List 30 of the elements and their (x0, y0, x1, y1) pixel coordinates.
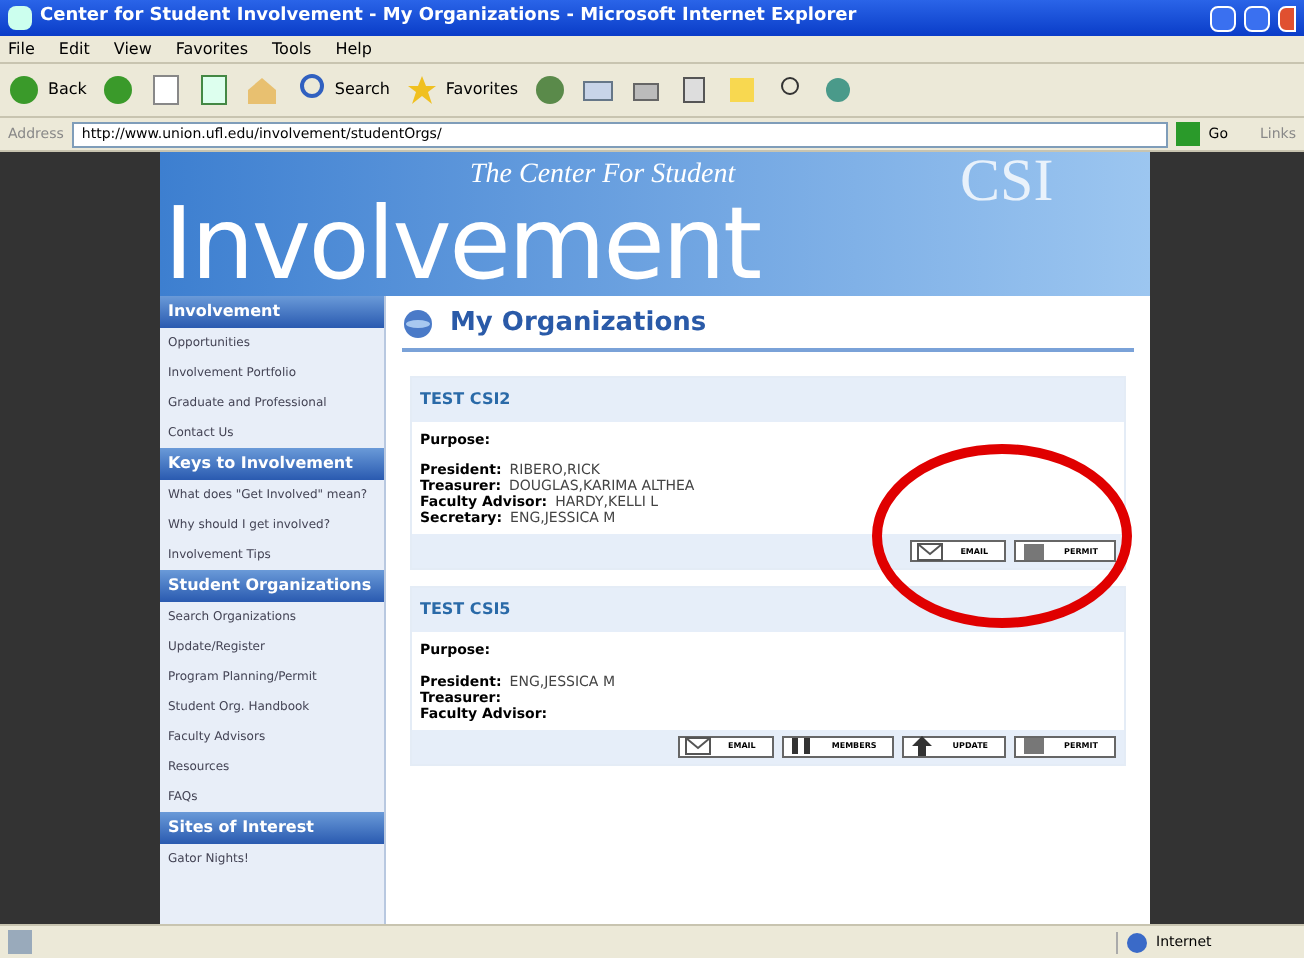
logo: CSI (960, 152, 1054, 212)
toolbar-label[interactable]: Search (334, 78, 390, 102)
maximize-button[interactable] (1244, 5, 1270, 31)
sidebar-heading: Student Organizations (160, 570, 384, 602)
sidebar-heading: Involvement (160, 296, 384, 328)
menu-item[interactable]: Help (335, 37, 372, 61)
close-button[interactable] (1278, 5, 1296, 31)
toolbar-label[interactable]: Favorites (445, 78, 519, 102)
email-icon (684, 734, 712, 758)
menu-item[interactable]: Favorites (175, 37, 249, 61)
permit-icon (1020, 734, 1049, 758)
organization-name: TEST CSI5 (412, 588, 1124, 632)
banner-subtitle: The Center For Student (470, 160, 736, 192)
banner-title: Involvement (164, 196, 760, 292)
organization-name: TEST CSI2 (412, 377, 1124, 421)
sidebar-heading: Sites of Interest (160, 812, 384, 844)
permit-icon (1020, 539, 1049, 563)
sidebar-heading: Keys to Involvement (160, 448, 384, 480)
email-icon (916, 539, 945, 563)
window-title: Center for Student Involvement - My Organizations - Microsoft Internet Explorer (40, 4, 859, 31)
minimize-button[interactable] (1210, 5, 1236, 31)
globe-icon (402, 307, 434, 340)
page-title: My Organizations (450, 306, 707, 342)
toolbar-label[interactable]: Back (48, 78, 87, 102)
menu-item[interactable]: File (8, 37, 35, 61)
update-icon (908, 734, 937, 758)
menu-item[interactable]: Tools (272, 37, 312, 61)
menu-item[interactable]: Edit (58, 37, 90, 61)
globe-icon (1126, 931, 1148, 953)
menu-item[interactable]: View (113, 37, 152, 61)
